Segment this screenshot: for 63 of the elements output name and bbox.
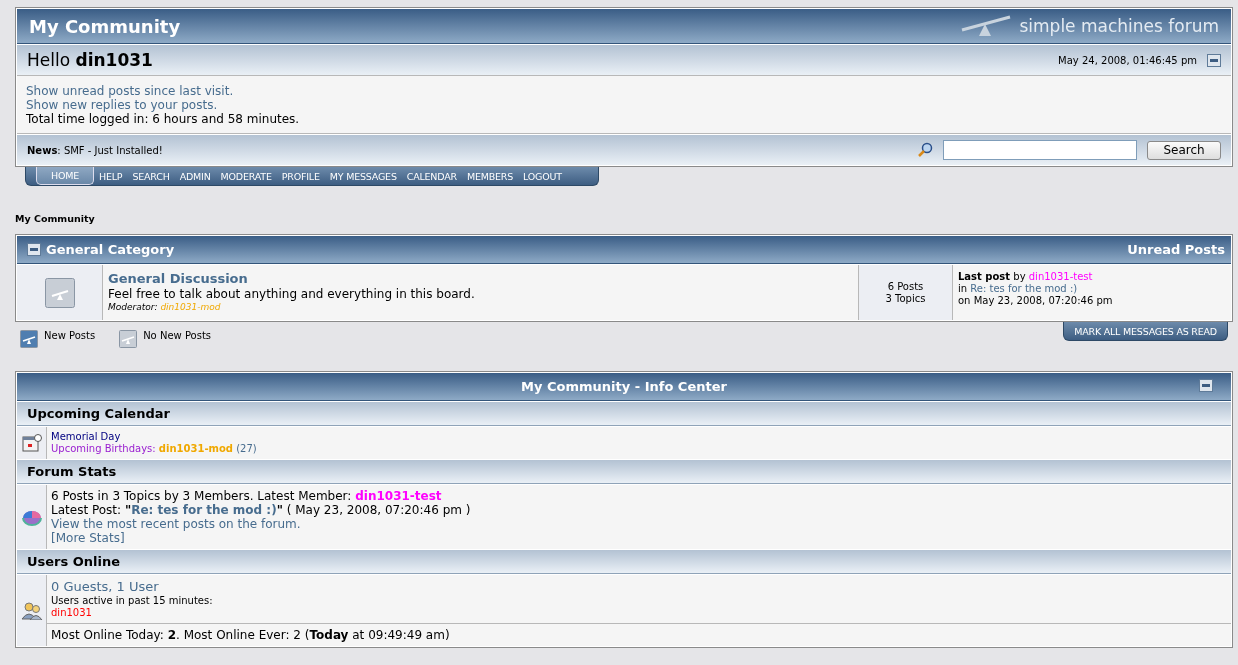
greeting: Hello din1031 xyxy=(27,50,153,70)
unread-link[interactable]: Show unread posts since last visit. xyxy=(26,84,234,98)
menu-tab[interactable]: MY MESSAGES xyxy=(324,167,402,185)
menu-tab[interactable]: LOGOUT xyxy=(518,167,567,185)
stats-summary: 6 Posts in 3 Topics by 3 Members. Latest Member: din1031-test xyxy=(51,489,443,503)
latest-post-line: Latest Post: "Re: tes for the mod :)" ( May 23, 2008, 07:20:46 pm ) xyxy=(51,503,472,517)
topic-link[interactable]: Re: tes for the mod :) xyxy=(970,283,1078,294)
board-icon xyxy=(119,330,138,348)
search-field[interactable] xyxy=(943,140,1137,160)
birthdays-line: Upcoming Birthdays: din1031-mod (27) xyxy=(51,443,258,455)
board-icon xyxy=(44,277,75,308)
pie-chart-icon xyxy=(21,508,42,526)
seesaw-logo-icon xyxy=(961,15,1012,37)
mark-read-button[interactable]: MARK ALL MESSAGES AS READ xyxy=(1063,322,1228,341)
menu-tab[interactable]: MODERATE xyxy=(215,167,277,185)
menu-tab[interactable]: MEMBERS xyxy=(461,167,519,185)
logo-text: simple machines forum xyxy=(1019,16,1219,36)
online-count-link[interactable]: 0 Guests, 1 User xyxy=(51,579,159,595)
breadcrumb[interactable]: My Community xyxy=(15,213,1233,224)
board-name[interactable]: General Discussion xyxy=(108,271,853,286)
current-date: May 24, 2008, 01:46:45 pm xyxy=(1058,54,1197,66)
search-button[interactable]: Search xyxy=(1147,140,1221,160)
collapse-icon[interactable] xyxy=(1199,379,1213,392)
topic-link[interactable]: Re: tes for the mod :) xyxy=(131,503,277,517)
last-post-topic: in Re: tes for the mod :) xyxy=(958,283,1079,295)
section-header: Users Online xyxy=(17,549,1231,574)
active-users-label: Users active in past 15 minutes: xyxy=(51,595,214,607)
collapse-icon[interactable] xyxy=(1207,53,1221,67)
post-count: 6 Posts xyxy=(887,280,924,293)
news-text: News: SMF - Just Installed! xyxy=(27,144,163,156)
topic-count: 3 Topics xyxy=(885,292,926,305)
menu-tab[interactable]: SEARCH xyxy=(127,167,175,185)
users-icon xyxy=(20,601,43,620)
menu-tab[interactable]: HOME xyxy=(36,167,95,185)
board-icon xyxy=(20,330,38,348)
event-link[interactable]: Memorial Day xyxy=(51,431,1227,443)
category-title: General Category xyxy=(46,242,175,257)
member-link[interactable]: din1031-test xyxy=(1028,271,1093,282)
calendar-icon xyxy=(21,434,42,452)
moderator-line: Moderator: din1031-mod xyxy=(108,302,222,312)
unread-link[interactable]: Show new replies to your posts. xyxy=(26,98,218,112)
legend-label: No New Posts xyxy=(143,330,212,341)
menu-tab[interactable]: HELP xyxy=(94,167,128,185)
search-icon xyxy=(917,142,933,158)
time-logged-text: Total time logged in: 6 hours and 58 minutes. xyxy=(26,112,301,126)
collapse-icon[interactable] xyxy=(27,243,41,256)
more-stats-link[interactable]: [More Stats] xyxy=(51,531,125,545)
section-header: Forum Stats xyxy=(17,459,1231,484)
unread-posts-link[interactable]: Unread Posts xyxy=(1127,242,1225,257)
board-description: Feel free to talk about anything and everything in this board. xyxy=(108,286,476,302)
menu-tab[interactable]: PROFILE xyxy=(276,167,325,185)
recent-posts-link[interactable]: View the most recent posts on the forum. xyxy=(51,517,301,531)
last-post-date: on May 23, 2008, 07:20:46 pm xyxy=(958,295,1114,307)
last-post-by: Last post by din1031-test xyxy=(958,271,1094,283)
legend-label: New Posts xyxy=(44,330,96,341)
section-header: Upcoming Calendar xyxy=(17,401,1231,426)
info-center-title: My Community - Info Center xyxy=(521,379,727,394)
member-link[interactable]: din1031-test xyxy=(355,489,442,503)
forum-title: My Community xyxy=(29,15,181,37)
menu-tab[interactable]: ADMIN xyxy=(174,167,216,185)
menu-tab[interactable]: CALENDAR xyxy=(401,167,462,185)
most-online-text: Most Online Today: 2. Most Online Ever: 2 (Today at 09:49:49 am) xyxy=(47,623,1231,646)
member-link[interactable]: din1031 xyxy=(51,607,92,619)
